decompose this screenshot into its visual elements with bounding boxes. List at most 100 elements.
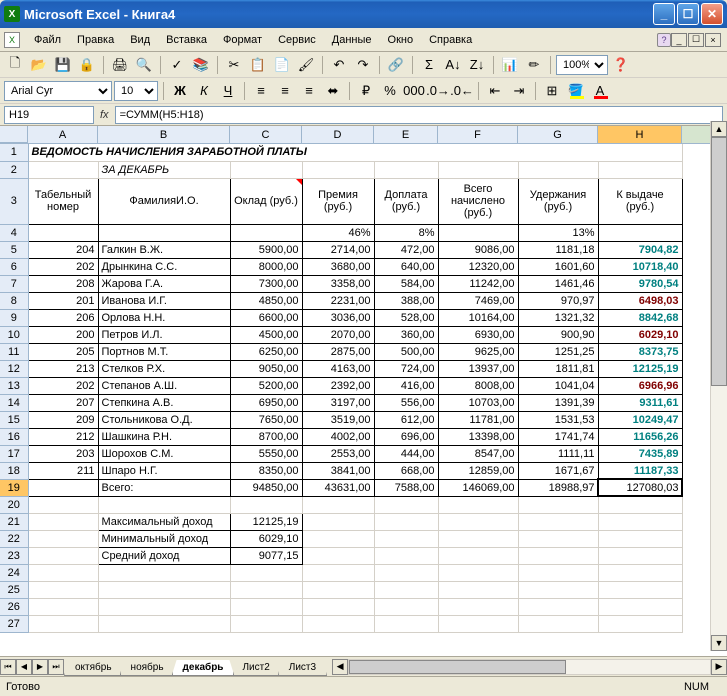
row-header[interactable]: 11 xyxy=(0,343,28,360)
cell[interactable]: 2714,00 xyxy=(302,241,374,258)
cell[interactable]: 13937,00 xyxy=(438,360,518,377)
cell[interactable]: 8700,00 xyxy=(230,428,302,445)
cell[interactable] xyxy=(302,513,374,530)
row-header[interactable]: 10 xyxy=(0,326,28,343)
cell[interactable]: 10718,40 xyxy=(598,258,682,275)
cell[interactable] xyxy=(374,615,438,632)
cell[interactable]: 3197,00 xyxy=(302,394,374,411)
menu-data[interactable]: Данные xyxy=(324,31,380,49)
cell[interactable]: 7300,00 xyxy=(230,275,302,292)
cell[interactable] xyxy=(518,598,598,615)
preview-icon[interactable]: 🔍 xyxy=(133,54,155,76)
vscroll-thumb[interactable] xyxy=(711,137,727,386)
name-box[interactable]: H19 xyxy=(4,106,94,124)
cell[interactable]: 3680,00 xyxy=(302,258,374,275)
hscroll-thumb[interactable] xyxy=(349,660,566,674)
cell[interactable] xyxy=(438,615,518,632)
close-button[interactable]: ✕ xyxy=(701,3,723,25)
formula-input[interactable]: =СУММ(H5:H18) xyxy=(115,106,723,124)
cell[interactable]: Премия (руб.) xyxy=(302,178,374,224)
cell[interactable]: 5550,00 xyxy=(230,445,302,462)
cell[interactable]: 3841,00 xyxy=(302,462,374,479)
col-c[interactable]: C xyxy=(230,126,302,143)
print-icon[interactable]: 🖨 xyxy=(109,54,131,76)
cell[interactable] xyxy=(28,615,98,632)
cut-icon[interactable]: ✂ xyxy=(223,54,245,76)
cell[interactable]: 500,00 xyxy=(374,343,438,360)
cell[interactable]: 1391,39 xyxy=(518,394,598,411)
cell[interactable]: 200 xyxy=(28,326,98,343)
cell[interactable]: 2553,00 xyxy=(302,445,374,462)
row-header[interactable]: 18 xyxy=(0,462,28,479)
cell[interactable]: 1671,67 xyxy=(518,462,598,479)
cell[interactable]: 11656,26 xyxy=(598,428,682,445)
align-left-icon[interactable]: ≡ xyxy=(250,80,272,102)
cell[interactable] xyxy=(374,547,438,564)
tab-last-icon[interactable]: ⏭ xyxy=(48,659,64,675)
cell[interactable]: 444,00 xyxy=(374,445,438,462)
cell[interactable] xyxy=(518,161,598,178)
cell[interactable] xyxy=(438,547,518,564)
cell[interactable]: 4500,00 xyxy=(230,326,302,343)
cell[interactable] xyxy=(230,224,302,241)
permission-icon[interactable]: 🔒 xyxy=(76,54,98,76)
scroll-left-icon[interactable]: ◀ xyxy=(332,659,348,675)
cell[interactable] xyxy=(598,581,682,598)
cell[interactable]: Оклад (руб.) xyxy=(230,178,302,224)
cell[interactable]: Шорохов С.М. xyxy=(98,445,230,462)
cell[interactable]: 556,00 xyxy=(374,394,438,411)
cell[interactable] xyxy=(230,615,302,632)
cell[interactable]: 1741,74 xyxy=(518,428,598,445)
font-size-combo[interactable]: 10 xyxy=(114,81,158,101)
fx-icon[interactable]: fx xyxy=(100,109,109,121)
help-button[interactable]: ? xyxy=(657,33,671,47)
cell[interactable]: 1811,81 xyxy=(518,360,598,377)
cell[interactable] xyxy=(28,581,98,598)
decrease-indent-icon[interactable]: ⇤ xyxy=(484,80,506,102)
cell[interactable]: 668,00 xyxy=(374,462,438,479)
cell[interactable] xyxy=(98,615,230,632)
cell[interactable] xyxy=(598,530,682,547)
cell[interactable]: 640,00 xyxy=(374,258,438,275)
cell[interactable]: ФамилияИ.О. xyxy=(98,178,230,224)
research-icon[interactable]: 📚 xyxy=(190,54,212,76)
grid-body[interactable]: 1ВЕДОМОСТЬ НАЧИСЛЕНИЯ ЗАРАБОТНОЙ ПЛАТЫ2З… xyxy=(0,144,727,656)
cell[interactable]: 360,00 xyxy=(374,326,438,343)
cell[interactable] xyxy=(230,496,302,513)
row-header[interactable]: 3 xyxy=(0,178,28,224)
cell[interactable]: 612,00 xyxy=(374,411,438,428)
doc-minimize-button[interactable]: _ xyxy=(671,33,687,47)
sheet-tab[interactable]: декабрь xyxy=(172,660,235,676)
col-g[interactable]: G xyxy=(518,126,598,143)
cell[interactable]: Шашкина Р.Н. xyxy=(98,428,230,445)
cell[interactable] xyxy=(28,564,98,581)
sheet-tab[interactable]: Лист3 xyxy=(278,660,327,676)
scroll-down-icon[interactable]: ▼ xyxy=(711,635,727,651)
cell[interactable]: Удержания (руб.) xyxy=(518,178,598,224)
cell[interactable]: 1321,32 xyxy=(518,309,598,326)
italic-icon[interactable]: К xyxy=(193,80,215,102)
decrease-decimal-icon[interactable]: .0← xyxy=(451,80,473,102)
cell[interactable] xyxy=(438,564,518,581)
cell[interactable]: 8000,00 xyxy=(230,258,302,275)
cell[interactable] xyxy=(302,547,374,564)
cell[interactable]: 8373,75 xyxy=(598,343,682,360)
cell[interactable] xyxy=(598,547,682,564)
cell[interactable]: Галкин В.Ж. xyxy=(98,241,230,258)
new-icon[interactable]: 🗋 xyxy=(4,54,26,76)
minimize-button[interactable]: _ xyxy=(653,3,675,25)
row-header[interactable]: 9 xyxy=(0,309,28,326)
cell[interactable]: 6930,00 xyxy=(438,326,518,343)
cell[interactable]: 472,00 xyxy=(374,241,438,258)
row-header[interactable]: 12 xyxy=(0,360,28,377)
cell[interactable]: 9311,61 xyxy=(598,394,682,411)
save-icon[interactable]: 💾 xyxy=(52,54,74,76)
chart-icon[interactable]: 📊 xyxy=(499,54,521,76)
cell[interactable]: 201 xyxy=(28,292,98,309)
cell[interactable]: Средний доход xyxy=(98,547,230,564)
cell[interactable]: 11781,00 xyxy=(438,411,518,428)
percent-icon[interactable]: % xyxy=(379,80,401,102)
sort-asc-icon[interactable]: A↓ xyxy=(442,54,464,76)
cell[interactable]: Стольникова О.Д. xyxy=(98,411,230,428)
cell[interactable]: 43631,00 xyxy=(302,479,374,496)
